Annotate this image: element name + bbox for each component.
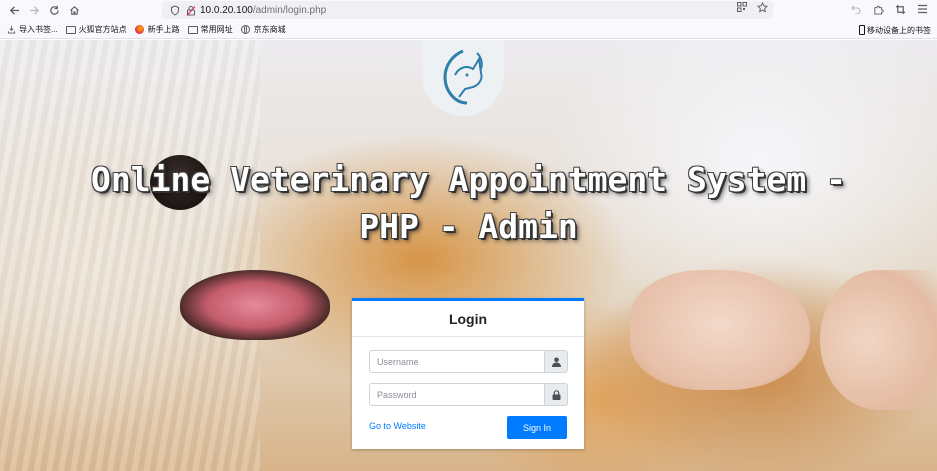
bookmark-item-firefox-site[interactable]: 火狐官方站点	[65, 24, 127, 35]
browser-toolbar: 10.0.20.100/admin/login.php	[0, 0, 937, 21]
back-button[interactable]	[4, 1, 24, 21]
crop-icon[interactable]	[891, 4, 909, 18]
bookmark-label: 导入书签...	[19, 25, 58, 34]
url-path: /admin/login.php	[252, 4, 327, 16]
background-hand-right	[820, 270, 937, 410]
star-icon[interactable]	[755, 1, 769, 16]
puzzle-icon[interactable]	[869, 4, 887, 18]
lock-icon	[544, 383, 568, 406]
reload-icon	[49, 5, 59, 15]
firefox-icon	[135, 25, 145, 35]
username-input[interactable]	[369, 350, 544, 373]
bookmark-label: 新手上路	[147, 25, 180, 34]
mobile-bookmarks[interactable]: 移动设备上的书签	[859, 21, 931, 39]
forward-button[interactable]	[24, 1, 44, 21]
username-group	[369, 350, 568, 373]
go-to-website-link[interactable]: Go to Website	[369, 421, 426, 431]
lock-warning-icon[interactable]	[184, 3, 198, 17]
bookmark-label: 常用网址	[200, 25, 233, 34]
arrow-left-icon	[9, 6, 19, 15]
folder-icon	[187, 25, 198, 35]
user-icon	[544, 350, 568, 373]
phone-icon	[859, 25, 865, 35]
vet-dog-logo-icon	[422, 40, 504, 116]
folder-icon	[65, 25, 76, 35]
login-heading: Login	[352, 301, 584, 337]
page-title-line1: Online Veterinary Appointment System -	[91, 160, 846, 199]
url-host: 10.0.20.100	[200, 4, 253, 16]
sign-in-button[interactable]: Sign In	[507, 416, 567, 439]
home-button[interactable]	[64, 1, 84, 21]
bookmark-item-getting-started[interactable]: 新手上路	[135, 24, 180, 35]
background-sweater	[0, 40, 260, 471]
shield-icon[interactable]	[168, 3, 182, 17]
qr-code-icon[interactable]	[735, 2, 749, 16]
bookmark-item-common-sites[interactable]: 常用网址	[187, 24, 233, 35]
bookmark-item-import[interactable]: 导入书签...	[6, 24, 58, 35]
mobile-bookmarks-label: 移动设备上的书签	[867, 25, 931, 35]
bookmarks-bar: 导入书签... 火狐官方站点 新手上路 常用网址 京东商城 移动设备上的书签	[0, 21, 937, 39]
browser-tools	[847, 0, 931, 21]
login-page: Online Veterinary Appointment System - P…	[0, 40, 937, 471]
login-card: Login Go to Website Sign In	[352, 298, 584, 449]
arrow-right-icon	[29, 6, 39, 15]
url-bar[interactable]: 10.0.20.100/admin/login.php	[162, 1, 773, 19]
page-title: Online Veterinary Appointment System - P…	[0, 156, 937, 250]
background-hand	[630, 270, 810, 390]
password-group	[369, 383, 568, 406]
import-icon	[6, 25, 16, 35]
bookmark-item-jd[interactable]: 京东商城	[241, 24, 286, 35]
page-title-line2: PHP - Admin	[359, 207, 578, 246]
menu-icon[interactable]	[913, 4, 931, 17]
home-icon	[69, 6, 79, 15]
bookmark-label: 火狐官方站点	[78, 25, 127, 34]
background-dog-mouth	[180, 270, 330, 340]
reload-button[interactable]	[44, 1, 64, 21]
password-input[interactable]	[369, 383, 544, 406]
bookmark-label: 京东商城	[253, 25, 286, 34]
globe-icon	[241, 25, 251, 35]
undo-icon[interactable]	[847, 4, 865, 17]
